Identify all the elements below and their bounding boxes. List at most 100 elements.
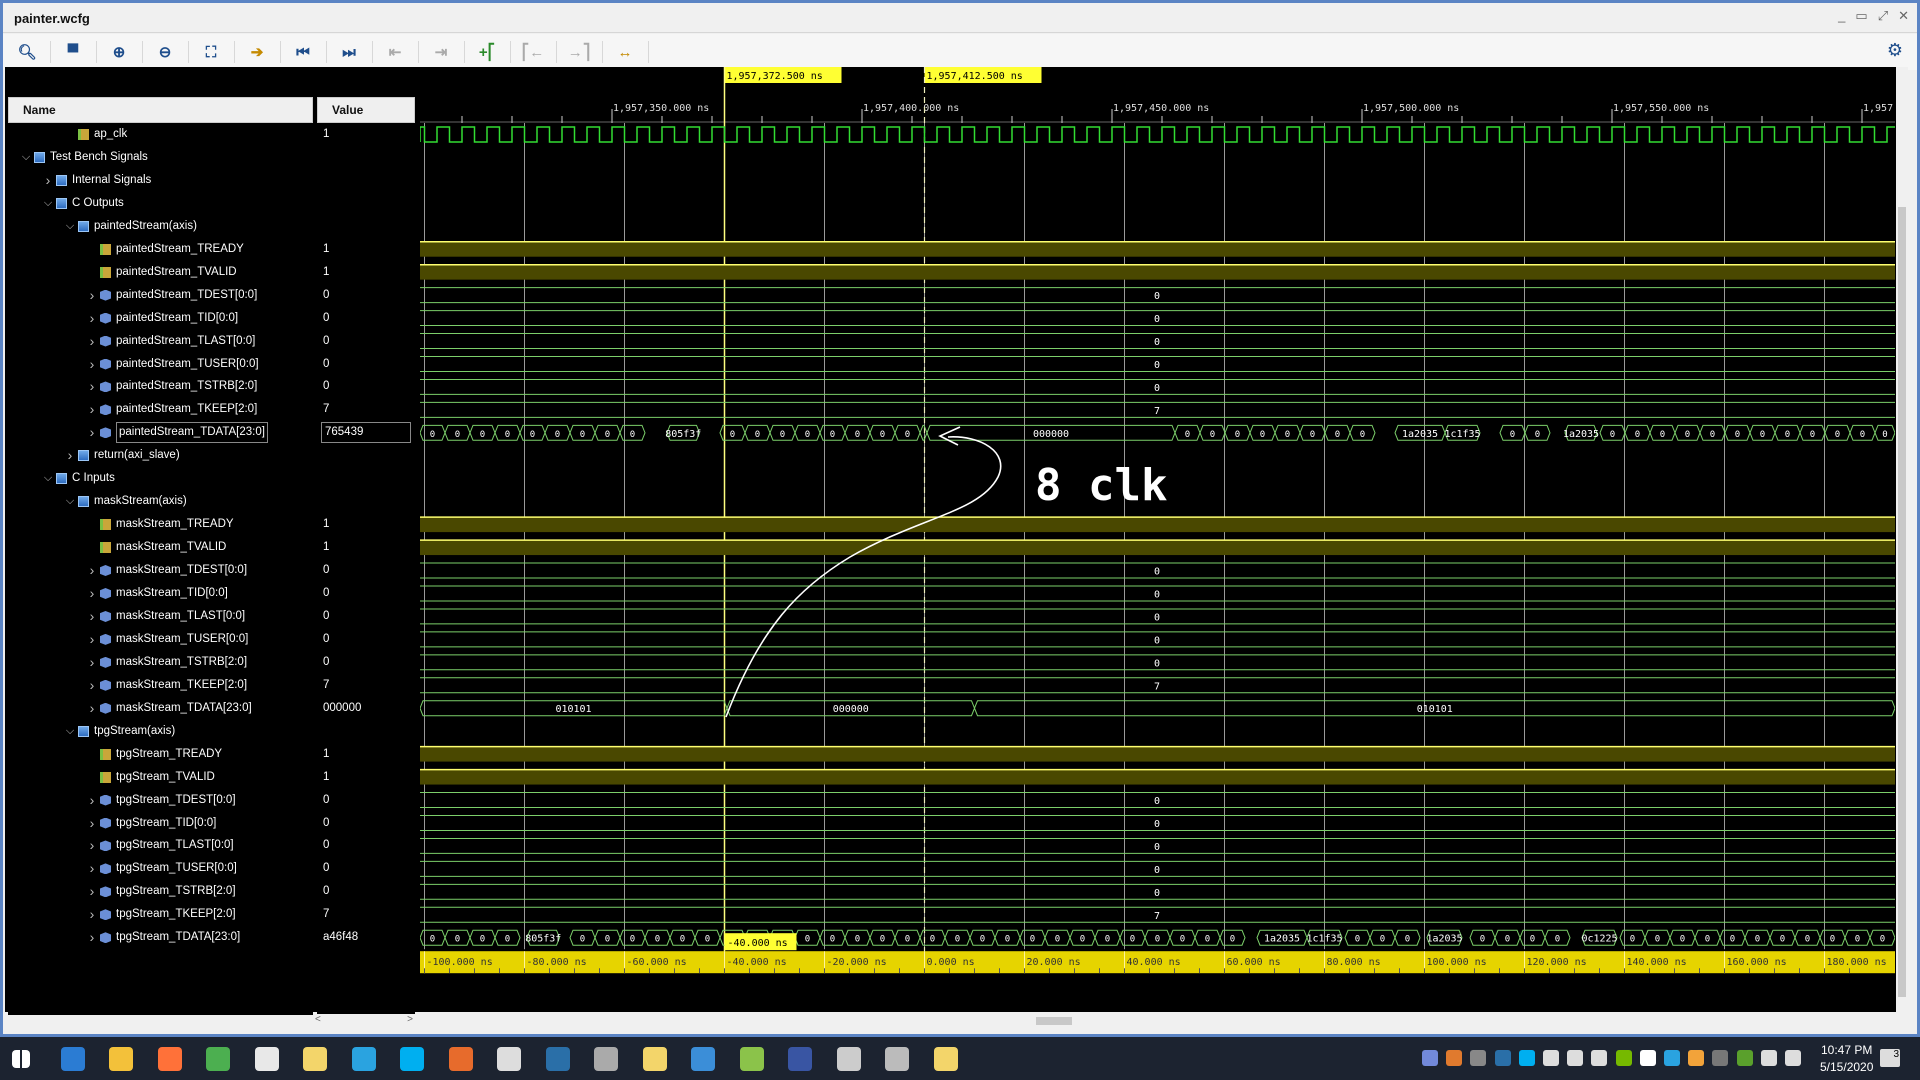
sync-icon[interactable] (1591, 1050, 1608, 1066)
firefox-icon[interactable] (157, 1047, 182, 1071)
signal-value-row[interactable] (317, 467, 415, 490)
scroll-right-arrow-icon[interactable]: > (407, 1014, 413, 1025)
scroll-thumb[interactable] (1898, 207, 1906, 997)
signal-value-row[interactable]: 7 (317, 398, 415, 421)
go-to-end-button[interactable]: ⏭ (337, 40, 361, 64)
signal-value-row[interactable]: 0 (317, 307, 415, 330)
signal-row[interactable]: ⌵ Test Bench Signals (8, 146, 313, 169)
signal-row[interactable]: ⌵ paintedStream(axis) (8, 215, 313, 238)
signal-row[interactable]: › paintedStream_TKEEP[2:0] (8, 398, 313, 421)
signal-row[interactable]: › tpgStream_TKEEP[2:0] (8, 903, 313, 926)
signal-value-row[interactable]: 0 (317, 375, 415, 398)
signal-value-row[interactable]: 0 (317, 812, 415, 835)
expand-chevron-icon[interactable]: › (42, 169, 54, 192)
expand-chevron-icon[interactable]: › (86, 421, 98, 444)
name-column-header[interactable]: Name (8, 97, 313, 123)
app-tray-icon[interactable] (1470, 1050, 1487, 1066)
defender-icon[interactable] (1639, 1050, 1656, 1066)
signal-value-row[interactable]: 1 (317, 743, 415, 766)
window-icon[interactable] (1567, 1050, 1584, 1066)
expand-chevron-icon[interactable]: › (86, 903, 98, 926)
signal-value-row[interactable] (317, 169, 415, 192)
signal-value-row[interactable]: a46f48 (317, 926, 415, 949)
signal-value-row[interactable]: 0 (317, 651, 415, 674)
notifications-icon[interactable]: 3 (1880, 1049, 1900, 1067)
signal-value-row[interactable]: 0 (317, 353, 415, 376)
signal-row[interactable]: › maskStream_TID[0:0] (8, 582, 313, 605)
save-button[interactable]: ▀ (61, 40, 85, 64)
signal-row[interactable]: › paintedStream_TSTRB[2:0] (8, 375, 313, 398)
signal-row[interactable]: › maskStream_TUSER[0:0] (8, 628, 313, 651)
volume-icon[interactable] (1785, 1050, 1801, 1066)
go-to-cursor-button[interactable]: ➔ (245, 40, 269, 64)
next-marker-button[interactable]: →⎤ (567, 40, 591, 64)
zoom-out-button[interactable]: ⊖ (153, 40, 177, 64)
expand-chevron-icon[interactable]: › (86, 284, 98, 307)
matlab-icon[interactable] (448, 1047, 473, 1071)
signal-value-row[interactable]: 0 (317, 330, 415, 353)
scroll-thumb[interactable] (1036, 1017, 1072, 1025)
signal-row[interactable]: ⌵ maskStream(axis) (8, 490, 313, 513)
collapse-chevron-icon[interactable]: ⌵ (64, 215, 76, 238)
app3-icon[interactable] (885, 1047, 909, 1071)
collapse-chevron-icon[interactable]: ⌵ (20, 146, 32, 169)
expand-chevron-icon[interactable]: › (86, 628, 98, 651)
signal-row[interactable]: › tpgStream_TUSER[0:0] (8, 857, 313, 880)
vivado-icon[interactable] (303, 1047, 327, 1071)
signal-value-row[interactable] (317, 215, 415, 238)
signal-value-row[interactable]: 1 (317, 766, 415, 789)
signal-value-row[interactable]: 1 (317, 238, 415, 261)
signal-row[interactable]: tpgStream_TREADY (8, 743, 313, 766)
excel-icon[interactable] (254, 1047, 279, 1071)
collapse-chevron-icon[interactable]: ⌵ (64, 490, 76, 513)
signal-value-row[interactable] (317, 192, 415, 215)
signal-row[interactable]: › paintedStream_TID[0:0] (8, 307, 313, 330)
signal-row[interactable]: › maskStream_TDATA[23:0] (8, 697, 313, 720)
skype-icon[interactable] (400, 1047, 424, 1071)
signal-value-row[interactable]: 0 (317, 559, 415, 582)
signal-row[interactable]: ap_clk (8, 123, 313, 146)
expand-chevron-icon[interactable]: › (86, 605, 98, 628)
signal-row[interactable]: paintedStream_TREADY (8, 238, 313, 261)
steam-icon[interactable] (545, 1047, 570, 1071)
expand-chevron-icon[interactable]: › (86, 697, 98, 720)
utorrent-icon[interactable] (1736, 1050, 1753, 1066)
zoom-fit-button[interactable]: ⛶ (199, 40, 223, 64)
signal-row[interactable]: › paintedStream_TDEST[0:0] (8, 284, 313, 307)
signal-value-row[interactable]: 7 (317, 674, 415, 697)
expand-chevron-icon[interactable]: › (86, 559, 98, 582)
signal-value-row[interactable]: 0 (317, 605, 415, 628)
signal-row[interactable]: › maskStream_TDEST[0:0] (8, 559, 313, 582)
scroll-left-arrow-icon[interactable]: < (315, 1014, 321, 1025)
signal-row[interactable]: › tpgStream_TSTRB[2:0] (8, 880, 313, 903)
signal-value-row[interactable] (317, 490, 415, 513)
java-icon[interactable] (1446, 1050, 1463, 1066)
signal-row[interactable]: › paintedStream_TUSER[0:0] (8, 353, 313, 376)
signal-value-row[interactable]: 7 (317, 903, 415, 926)
signal-row[interactable]: › paintedStream_TLAST[0:0] (8, 330, 313, 353)
search-button[interactable]: 🔍︎ (15, 40, 39, 64)
signal-value-row[interactable]: 765439 (317, 421, 415, 444)
signal-value-row[interactable]: 1 (317, 536, 415, 559)
grid-icon[interactable] (1712, 1050, 1729, 1066)
signal-value-row[interactable]: 1 (317, 513, 415, 536)
expand-chevron-icon[interactable]: › (86, 674, 98, 697)
signal-row[interactable]: › maskStream_TSTRB[2:0] (8, 651, 313, 674)
signal-row[interactable]: › Internal Signals (8, 169, 313, 192)
edge-icon[interactable] (60, 1047, 85, 1071)
signal-value-row[interactable]: 1 (317, 261, 415, 284)
value-horizontal-scrollbar[interactable]: < > (313, 1014, 415, 1028)
expand-chevron-icon[interactable]: › (86, 307, 98, 330)
signal-value-row[interactable]: 0 (317, 834, 415, 857)
expand-chevron-icon[interactable]: › (86, 330, 98, 353)
signal-value-row[interactable] (317, 444, 415, 467)
signal-value-row[interactable] (317, 720, 415, 743)
signal-row[interactable]: › tpgStream_TDATA[23:0] (8, 926, 313, 949)
signal-row[interactable]: › return(axi_slave) (8, 444, 313, 467)
telegram-tray-icon[interactable] (1664, 1050, 1680, 1066)
signal-row[interactable]: › maskStream_TKEEP[2:0] (8, 674, 313, 697)
swap-cursors-button[interactable]: ↔ (613, 40, 637, 64)
signal-value-row[interactable]: 0 (317, 789, 415, 812)
network-icon[interactable] (1760, 1050, 1777, 1066)
expand-chevron-icon[interactable]: › (64, 444, 76, 467)
